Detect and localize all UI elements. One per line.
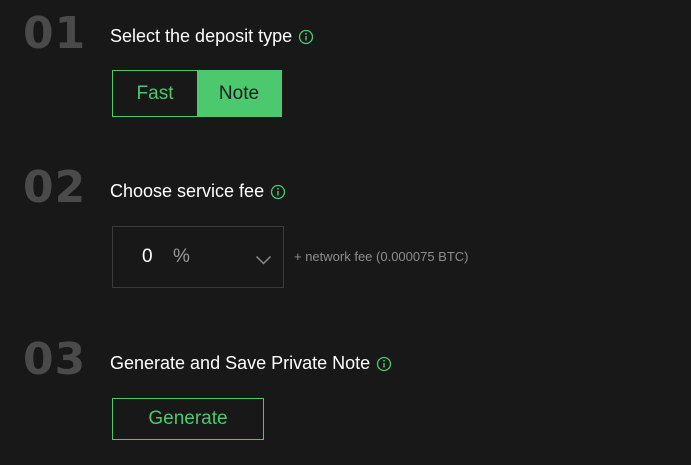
info-icon[interactable]: [376, 356, 392, 372]
step-2-header: Choose service fee: [110, 181, 286, 202]
deposit-type-fast-button[interactable]: Fast: [113, 71, 197, 116]
service-fee-value: 0: [142, 246, 153, 267]
step-1-title: Select the deposit type: [110, 26, 293, 46]
generate-button[interactable]: Generate: [112, 398, 264, 440]
deposit-type-note-button[interactable]: Note: [197, 71, 281, 116]
step-3-header: Generate and Save Private Note: [110, 353, 392, 374]
info-icon[interactable]: [270, 184, 286, 200]
step-1-header: Select the deposit type: [110, 26, 314, 47]
service-fee-select[interactable]: 0 %: [112, 226, 284, 288]
step-2-title: Choose service fee: [110, 181, 265, 201]
step-number-2: 02: [23, 162, 87, 213]
step-number-1: 01: [23, 8, 87, 59]
service-fee-unit: %: [173, 246, 190, 267]
deposit-page: 01 Select the deposit type Fast Note 02 …: [0, 0, 691, 465]
step-number-3: 03: [23, 334, 87, 385]
step-3-title: Generate and Save Private Note: [110, 353, 371, 373]
network-fee-note: + network fee (0.000075 BTC): [294, 249, 469, 264]
info-icon[interactable]: [298, 29, 314, 45]
deposit-type-toggle: Fast Note: [112, 70, 282, 117]
chevron-down-icon[interactable]: [255, 251, 272, 265]
